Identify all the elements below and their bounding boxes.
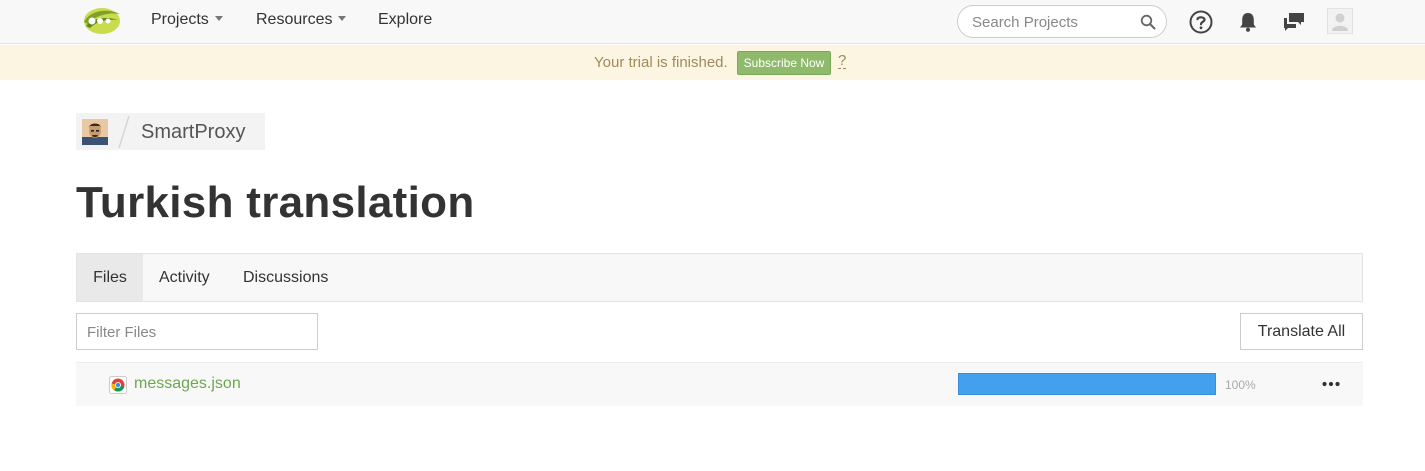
bell-icon[interactable] — [1235, 9, 1261, 35]
file-name-link[interactable]: messages.json — [134, 375, 241, 393]
subscribe-button[interactable]: Subscribe Now — [737, 51, 831, 75]
chrome-file-icon — [109, 376, 127, 394]
search-input[interactable] — [972, 12, 1137, 32]
translate-all-button[interactable]: Translate All — [1240, 313, 1363, 350]
app-logo-icon[interactable] — [78, 4, 122, 38]
progress-percent: 100% — [1225, 378, 1256, 392]
nav-explore-label: Explore — [378, 11, 433, 28]
file-row[interactable]: messages.json 100% — [76, 362, 1363, 406]
chat-bubbles-icon[interactable] — [1281, 9, 1307, 35]
nav-explore[interactable]: Explore — [378, 11, 432, 29]
page-title: Turkish translation — [76, 178, 475, 227]
tab-discussions[interactable]: Discussions — [243, 254, 328, 301]
nav-projects[interactable]: Projects — [151, 11, 223, 29]
translation-progress-bar — [958, 373, 1216, 395]
nav-projects-label: Projects — [151, 11, 209, 28]
top-navbar: Projects Resources Explore — [0, 0, 1425, 44]
search-box — [957, 5, 1167, 38]
tab-bar: Files Activity Discussions — [76, 253, 1363, 302]
nav-resources-label: Resources — [256, 11, 333, 28]
breadcrumb-separator — [118, 115, 130, 149]
trial-help-link[interactable]: ? — [838, 53, 847, 69]
breadcrumb: SmartProxy — [76, 113, 265, 150]
trial-banner: Your trial is finished. — [0, 45, 1425, 80]
tab-files[interactable]: Files — [77, 254, 143, 301]
progress-fill — [959, 374, 1215, 394]
breadcrumb-project-link[interactable]: SmartProxy — [141, 121, 245, 144]
nav-resources[interactable]: Resources — [256, 11, 347, 29]
user-avatar-icon — [1332, 13, 1348, 31]
caret-down-icon — [338, 16, 347, 21]
caret-down-icon — [214, 16, 223, 21]
filter-files-box — [76, 313, 318, 350]
more-options-icon[interactable] — [1321, 373, 1341, 395]
tab-activity[interactable]: Activity — [159, 254, 210, 301]
owner-avatar[interactable] — [82, 119, 108, 145]
search-icon[interactable] — [1140, 14, 1156, 30]
filter-files-input[interactable] — [87, 322, 307, 342]
help-circle-icon[interactable] — [1188, 9, 1214, 35]
trial-message: Your trial is finished. — [594, 54, 728, 71]
user-avatar[interactable] — [1327, 8, 1353, 34]
